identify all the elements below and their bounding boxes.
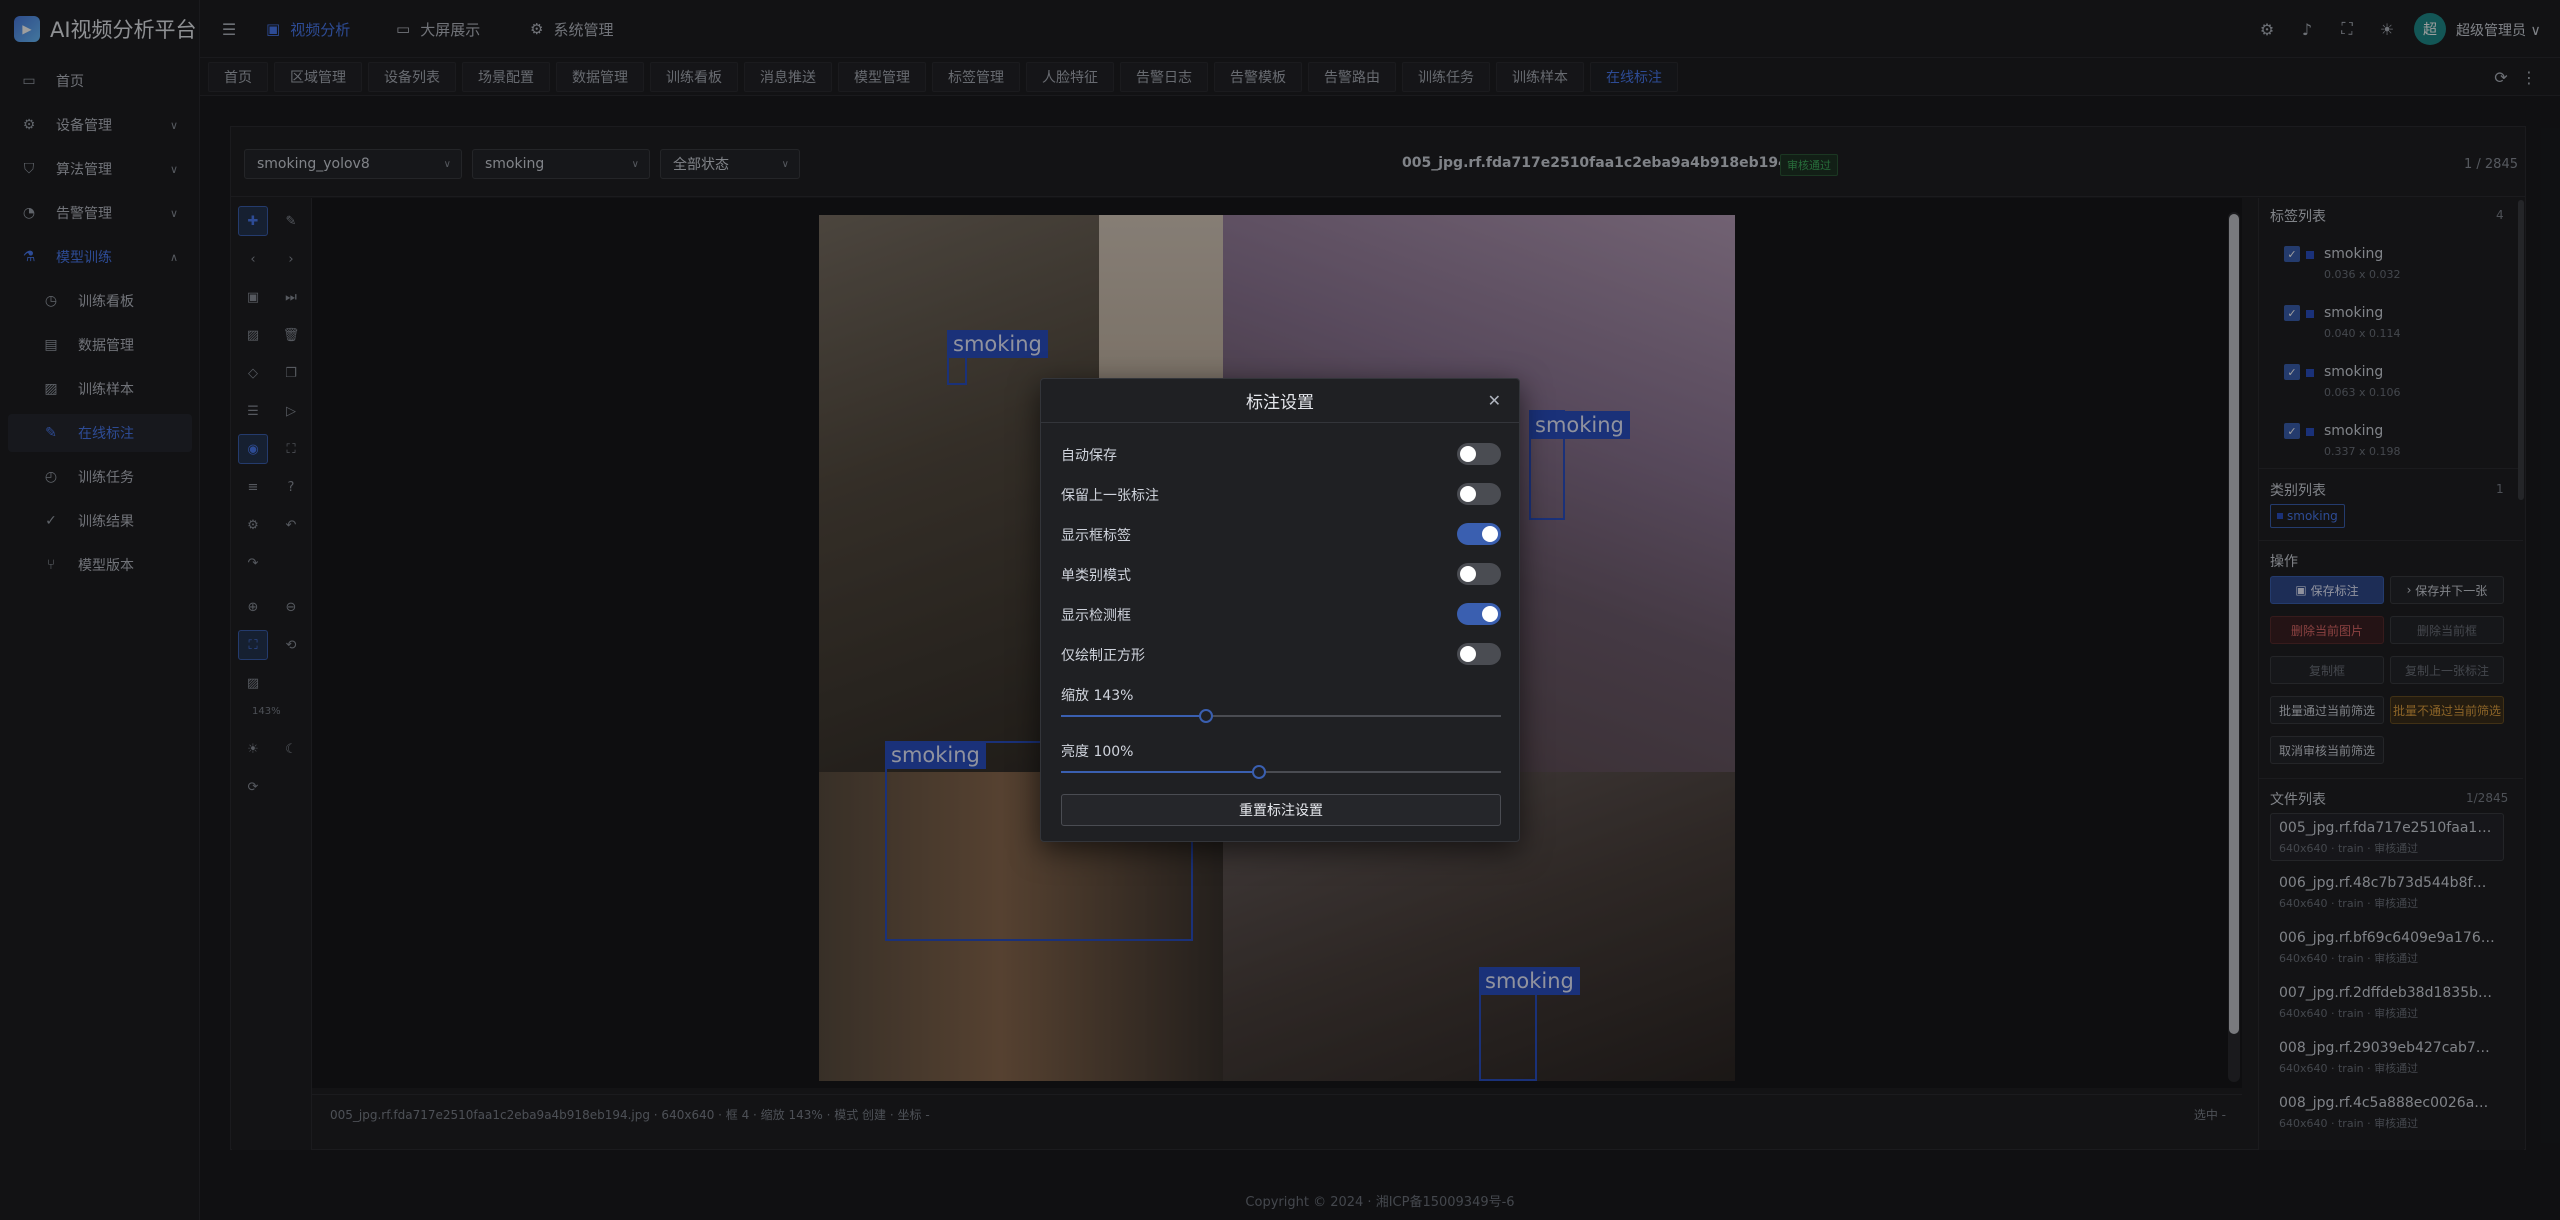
show-box-label-toggle[interactable] <box>1457 523 1501 545</box>
setting-single-class: 单类别模式 <box>1061 561 1501 587</box>
close-icon[interactable]: ✕ <box>1488 391 1501 410</box>
single-class-toggle[interactable] <box>1457 563 1501 585</box>
slider-knob[interactable] <box>1199 709 1214 723</box>
toggle-knob <box>1460 486 1476 502</box>
brightness-slider[interactable] <box>1061 765 1501 779</box>
slider-knob[interactable] <box>1252 765 1266 779</box>
reset-settings-button[interactable]: 重置标注设置 <box>1061 794 1501 826</box>
setting-show-detection-box: 显示检测框 <box>1061 601 1501 627</box>
toggle-knob <box>1482 526 1498 542</box>
setting-auto-save: 自动保存 <box>1061 441 1501 467</box>
toggle-knob <box>1482 606 1498 622</box>
square-only-toggle[interactable] <box>1457 643 1501 665</box>
slider-fill <box>1061 715 1207 717</box>
modal-title: 标注设置 <box>1041 379 1519 423</box>
toggle-knob <box>1460 566 1476 582</box>
show-detection-box-toggle[interactable] <box>1457 603 1501 625</box>
slider-fill <box>1061 771 1259 773</box>
setting-square-only: 仅绘制正方形 <box>1061 641 1501 667</box>
keep-previous-toggle[interactable] <box>1457 483 1501 505</box>
toggle-knob <box>1460 646 1476 662</box>
brightness-label: 亮度 100% <box>1061 744 1134 760</box>
setting-keep-previous: 保留上一张标注 <box>1061 481 1501 507</box>
zoom-label: 缩放 143% <box>1061 688 1134 704</box>
toggle-knob <box>1460 446 1476 462</box>
annotation-settings-modal: 标注设置 ✕ 自动保存 保留上一张标注 显示框标签 单类别模式 显示检测框 仅绘… <box>1040 378 1520 842</box>
auto-save-toggle[interactable] <box>1457 443 1501 465</box>
zoom-slider[interactable] <box>1061 709 1501 723</box>
setting-show-box-label: 显示框标签 <box>1061 521 1501 547</box>
